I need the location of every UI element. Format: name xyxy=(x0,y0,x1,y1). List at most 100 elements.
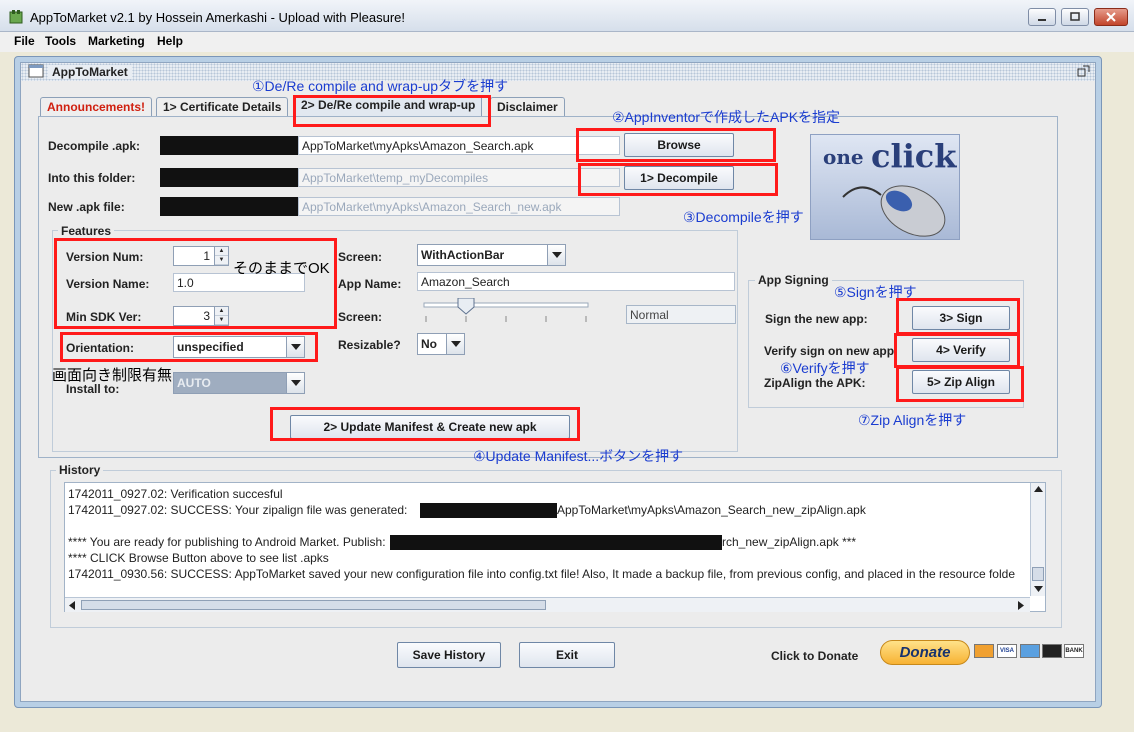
note-step1: ①De/Re compile and wrap-upタブを押す xyxy=(252,78,509,94)
maximize-button[interactable] xyxy=(1061,8,1089,26)
one-click-logo: one click xyxy=(810,134,960,240)
chevron-down-icon xyxy=(450,341,461,347)
spinner-up-icon[interactable]: ▲ xyxy=(215,247,228,256)
screen-select[interactable]: WithActionBar xyxy=(417,244,566,266)
chevron-down-icon xyxy=(290,380,301,386)
resizable-value: No xyxy=(421,337,437,351)
history-line: 1742011_0927.02: SUCCESS: Your zipalign … xyxy=(68,503,408,517)
resizable-label: Resizable? xyxy=(338,338,401,352)
screen-size-value: Normal xyxy=(626,305,736,324)
note-keep-as-is: そのままでOK xyxy=(233,260,330,277)
screen-label: Screen: xyxy=(338,250,383,264)
screen-value: WithActionBar xyxy=(421,248,505,262)
tab-certificate-details[interactable]: 1> Certificate Details xyxy=(156,97,289,116)
menu-marketing[interactable]: Marketing xyxy=(88,34,145,48)
scroll-right-icon[interactable] xyxy=(1018,601,1024,610)
redacted-path xyxy=(390,535,722,550)
mouse-icon xyxy=(842,185,946,237)
redacted-path xyxy=(160,197,298,216)
new-apk-input[interactable]: AppToMarket\myApks\Amazon_Search_new.apk xyxy=(298,197,620,216)
sign-button[interactable]: 3> Sign xyxy=(912,306,1010,330)
internal-frame-titlebar xyxy=(21,63,1095,81)
verify-label: Verify sign on new app xyxy=(764,344,895,358)
min-sdk-label: Min SDK Ver: xyxy=(66,310,142,324)
history-line: AppToMarket\myApks\Amazon_Search_new_zip… xyxy=(557,503,866,517)
scroll-up-icon[interactable] xyxy=(1034,486,1043,492)
version-num-label: Version Num: xyxy=(66,250,144,264)
app-name-input[interactable]: Amazon_Search xyxy=(417,272,735,291)
visa-icon: VISA xyxy=(997,644,1017,658)
spinner-down-icon[interactable]: ▼ xyxy=(215,316,228,325)
exit-button[interactable]: Exit xyxy=(519,642,615,668)
resizable-select[interactable]: No xyxy=(417,333,465,355)
bank-icon: BANK xyxy=(1064,644,1084,658)
scroll-left-icon[interactable] xyxy=(69,601,75,610)
redacted-path xyxy=(160,136,298,155)
maximize-icon xyxy=(1070,12,1080,21)
spinner-up-icon[interactable]: ▲ xyxy=(215,307,228,316)
mastercard-icon xyxy=(974,644,994,658)
history-vertical-scrollbar[interactable] xyxy=(1030,483,1045,596)
install-value: AUTO xyxy=(177,376,211,390)
scroll-down-icon[interactable] xyxy=(1034,586,1043,592)
version-num-value: 1 xyxy=(203,249,210,263)
sign-label: Sign the new app: xyxy=(765,312,868,326)
close-button[interactable] xyxy=(1094,8,1128,26)
window-title: AppToMarket v2.1 by Hossein Amerkashi - … xyxy=(30,10,406,25)
screen-size-slider[interactable] xyxy=(422,298,592,324)
note-step3: ③Decompileを押す xyxy=(683,209,804,225)
zipalign-label: ZipAlign the APK: xyxy=(764,376,866,390)
history-line: 1742011_0930.56: SUCCESS: AppToMarket sa… xyxy=(68,567,1015,581)
close-icon xyxy=(1106,12,1116,22)
save-history-button[interactable]: Save History xyxy=(397,642,501,668)
amex-icon xyxy=(1020,644,1040,658)
note-step6: ⑥Verifyを押す xyxy=(780,360,870,376)
minimize-button[interactable] xyxy=(1028,8,1056,26)
note-orientation: 画面向き制限有無 xyxy=(52,367,173,384)
decompile-button[interactable]: 1> Decompile xyxy=(624,166,734,190)
app-icon xyxy=(9,10,23,24)
history-line: 1742011_0927.02: Verification succesful xyxy=(68,487,283,501)
app-signing-title: App Signing xyxy=(755,273,832,287)
note-step4: ④Update Manifest...ボタンを押す xyxy=(473,448,684,464)
folder-input[interactable]: AppToMarket\temp_myDecompiles xyxy=(298,168,620,187)
note-step5: ⑤Signを押す xyxy=(834,284,917,300)
menu-help[interactable]: Help xyxy=(157,34,183,48)
logo-text-click: click xyxy=(871,137,957,175)
version-name-label: Version Name: xyxy=(66,277,150,291)
min-sdk-spinner[interactable]: 3 ▲ ▼ xyxy=(173,306,229,326)
history-horizontal-scrollbar[interactable] xyxy=(65,597,1030,612)
logo-text-one: one xyxy=(823,145,864,169)
click-to-donate-label: Click to Donate xyxy=(771,649,859,663)
install-select[interactable]: AUTO xyxy=(173,372,305,394)
minimize-icon xyxy=(1038,19,1046,21)
menu-tools[interactable]: Tools xyxy=(45,34,76,48)
version-num-spinner[interactable]: 1 ▲ ▼ xyxy=(173,246,229,266)
min-sdk-value: 3 xyxy=(203,309,210,323)
orientation-select[interactable]: unspecified xyxy=(173,336,305,358)
restore-frame-icon[interactable] xyxy=(1077,64,1091,78)
app-name-label: App Name: xyxy=(338,277,402,291)
scroll-thumb[interactable] xyxy=(1032,567,1044,581)
chevron-down-icon xyxy=(290,344,301,350)
donate-button[interactable]: Donate xyxy=(880,640,970,665)
tab-decompile-wrapup[interactable]: 2> De/Re compile and wrap-up xyxy=(294,95,483,117)
decompile-apk-input[interactable]: AppToMarket\myApks\Amazon_Search.apk xyxy=(298,136,620,155)
scroll-thumb[interactable] xyxy=(81,600,546,610)
tab-announcements[interactable]: Announcements! xyxy=(40,97,153,116)
history-title: History xyxy=(56,463,104,477)
spinner-down-icon[interactable]: ▼ xyxy=(215,256,228,265)
zipalign-button[interactable]: 5> Zip Align xyxy=(912,370,1010,394)
history-line: **** CLICK Browse Button above to see li… xyxy=(68,551,329,565)
tab-disclaimer[interactable]: Disclaimer xyxy=(490,97,565,116)
menu-file[interactable]: File xyxy=(14,34,35,48)
orientation-label: Orientation: xyxy=(66,341,134,355)
history-line: **** You are ready for publishing to And… xyxy=(68,535,386,549)
folder-label: Into this folder: xyxy=(48,171,136,185)
internal-frame-title: AppToMarket xyxy=(48,65,132,79)
update-manifest-button[interactable]: 2> Update Manifest & Create new apk xyxy=(290,415,570,439)
redacted-path xyxy=(420,503,557,518)
verify-button[interactable]: 4> Verify xyxy=(912,338,1010,362)
browse-button[interactable]: Browse xyxy=(624,133,734,157)
features-title: Features xyxy=(58,224,115,238)
